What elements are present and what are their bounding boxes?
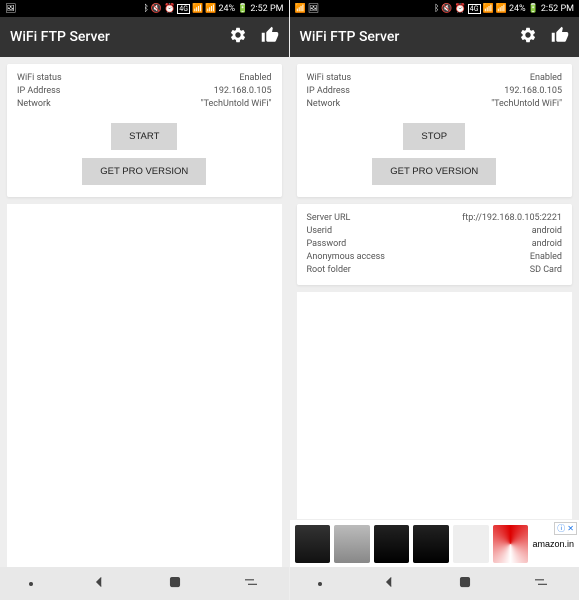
thumbs-up-icon[interactable] [261,26,279,48]
ip-value: 192.168.0.105 [504,85,562,98]
status-bar: 📶 🖼 ᛒ 🔇 ⏰ 4G 📶 📶 24% 🔋 2:52 PM [290,0,579,17]
userid-label: Userid [307,225,333,238]
ad-close-icon[interactable]: ⓘ✕ [554,522,577,535]
battery-percent: 24% [509,4,526,14]
ad-banner[interactable]: ⓘ✕ amazon.in [290,519,579,567]
ad-brand[interactable]: amazon.in [532,539,574,549]
battery-percent: 24% [218,4,235,14]
home-icon[interactable] [166,573,184,595]
userid-value: android [532,225,562,238]
thumbs-up-icon[interactable] [551,26,569,48]
alarm-icon: ⏰ [455,4,466,14]
signal-icon: 📶 [496,4,507,14]
app-bar: WiFi FTP Server [290,17,579,57]
nav-bar [0,567,289,600]
anon-value: Enabled [530,251,562,264]
mute-icon: 🔇 [151,4,162,14]
alarm-icon: ⏰ [164,4,175,14]
server-card: Server URL ftp://192.168.0.105:2221 Useri… [297,204,573,285]
ad-thumb[interactable] [413,525,449,563]
nav-dot-icon[interactable] [29,582,33,586]
back-icon[interactable] [90,573,108,595]
network-value: "TechUntold WiFi" [201,98,272,111]
wifi-icon: 📶 [483,4,494,14]
network-value: "TechUntold WiFi" [491,98,562,111]
wifi-small-icon: 📶 [295,4,306,14]
status-card: WiFi status Enabled IP Address 192.168.0.1… [297,64,573,197]
wifi-status-label: WiFi status [307,72,352,85]
signal-icon: 📶 [205,4,216,14]
back-icon[interactable] [380,573,398,595]
nav-bar [290,567,579,600]
get-pro-button[interactable]: GET PRO VERSION [82,158,206,185]
volte-icon: 4G [177,4,190,14]
ip-label: IP Address [17,85,60,98]
get-pro-button[interactable]: GET PRO VERSION [372,158,496,185]
ad-thumb[interactable] [453,525,489,563]
root-label: Root folder [307,264,351,277]
password-value: android [532,238,562,251]
start-button[interactable]: START [111,123,177,150]
gallery-icon: 🖼 [5,4,16,14]
anon-label: Anonymous access [307,251,385,264]
network-label: Network [17,98,51,111]
phone-left: 🖼 ᛒ 🔇 ⏰ 4G 📶 📶 24% 🔋 2:52 PM WiFi FTP Se… [0,0,290,600]
app-title: WiFi FTP Server [300,29,520,45]
status-card: WiFi status Enabled IP Address 192.168.0.1… [7,64,282,197]
volte-icon: 4G [468,4,481,14]
bluetooth-icon: ᛒ [143,4,148,14]
server-url-value: ftp://192.168.0.105:2221 [462,212,562,225]
recents-icon[interactable] [242,573,260,595]
ad-thumb[interactable] [493,525,529,563]
app-bar: WiFi FTP Server [0,17,289,57]
gallery-icon: 🖼 [308,4,319,14]
root-value: SD Card [530,264,562,277]
mute-icon: 🔇 [441,4,452,14]
recents-icon[interactable] [532,573,550,595]
ad-thumb[interactable] [334,525,370,563]
network-label: Network [307,98,341,111]
ip-label: IP Address [307,85,350,98]
app-title: WiFi FTP Server [10,29,229,45]
wifi-status-value: Enabled [239,72,271,85]
nav-dot-icon[interactable] [318,582,322,586]
battery-icon: 🔋 [237,4,248,14]
phone-right: 📶 🖼 ᛒ 🔇 ⏰ 4G 📶 📶 24% 🔋 2:52 PM WiFi FTP … [290,0,579,600]
battery-icon: 🔋 [528,4,539,14]
ad-thumb[interactable] [374,525,410,563]
wifi-status-value: Enabled [530,72,562,85]
home-icon[interactable] [456,573,474,595]
status-bar: 🖼 ᛒ 🔇 ⏰ 4G 📶 📶 24% 🔋 2:52 PM [0,0,289,17]
ip-value: 192.168.0.105 [214,85,272,98]
password-label: Password [307,238,347,251]
settings-icon[interactable] [519,26,537,48]
wifi-status-label: WiFi status [17,72,62,85]
settings-icon[interactable] [229,26,247,48]
stop-button[interactable]: STOP [403,123,465,150]
ad-thumb[interactable] [295,525,331,563]
wifi-icon: 📶 [192,4,203,14]
status-time: 2:52 PM [541,4,574,14]
server-url-label: Server URL [307,212,351,225]
status-time: 2:52 PM [250,4,283,14]
bluetooth-icon: ᛒ [434,4,439,14]
